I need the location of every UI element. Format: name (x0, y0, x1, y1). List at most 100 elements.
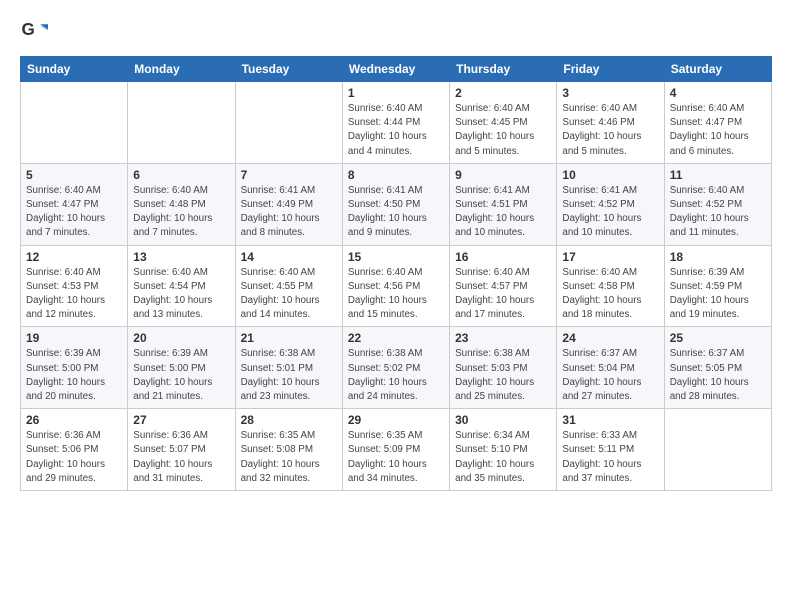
week-row-2: 12Sunrise: 6:40 AM Sunset: 4:53 PM Dayli… (21, 245, 772, 327)
day-cell: 20 Sunrise: 6:39 AM Sunset: 5:00 PM Dayli… (128, 327, 235, 409)
day-info: Sunrise: 6:40 AM Sunset: 4:47 PM Dayligh… (26, 184, 122, 241)
day-cell: 13 Sunrise: 6:40 AM Sunset: 4:54 PM Dayli… (128, 245, 235, 327)
day-cell: 26Sunrise: 6:36 AM Sunset: 5:06 PM Dayli… (21, 409, 128, 491)
day-info: Sunrise: 6:41 AM Sunset: 4:52 PM Dayligh… (562, 184, 658, 241)
day-info: Sunrise: 6:40 AM Sunset: 4:46 PM Dayligh… (562, 102, 658, 159)
week-row-0: 1 Sunrise: 6:40 AM Sunset: 4:44 PM Daylig… (21, 82, 772, 164)
day-number: 24 (562, 331, 658, 345)
svg-text:G: G (22, 20, 35, 39)
day-number: 7 (241, 168, 337, 182)
day-header-sunday: Sunday (21, 57, 128, 82)
day-number: 30 (455, 413, 551, 427)
day-cell: 22 Sunrise: 6:38 AM Sunset: 5:02 PM Dayli… (342, 327, 449, 409)
day-cell: 2 Sunrise: 6:40 AM Sunset: 4:45 PM Daylig… (450, 82, 557, 164)
day-cell: 10 Sunrise: 6:41 AM Sunset: 4:52 PM Dayli… (557, 163, 664, 245)
day-info: Sunrise: 6:38 AM Sunset: 5:01 PM Dayligh… (241, 347, 337, 404)
day-cell: 4 Sunrise: 6:40 AM Sunset: 4:47 PM Daylig… (664, 82, 771, 164)
day-number: 4 (670, 86, 766, 100)
day-cell: 9Sunrise: 6:41 AM Sunset: 4:51 PM Daylig… (450, 163, 557, 245)
day-cell: 27Sunrise: 6:36 AM Sunset: 5:07 PM Dayli… (128, 409, 235, 491)
logo-icon: G (20, 18, 48, 46)
day-number: 19 (26, 331, 122, 345)
day-cell (664, 409, 771, 491)
day-cell: 30 Sunrise: 6:34 AM Sunset: 5:10 PM Dayli… (450, 409, 557, 491)
day-number: 12 (26, 250, 122, 264)
day-cell: 25 Sunrise: 6:37 AM Sunset: 5:05 PM Dayli… (664, 327, 771, 409)
day-info: Sunrise: 6:38 AM Sunset: 5:02 PM Dayligh… (348, 347, 444, 404)
day-info: Sunrise: 6:37 AM Sunset: 5:04 PM Dayligh… (562, 347, 658, 404)
day-cell: 12Sunrise: 6:40 AM Sunset: 4:53 PM Dayli… (21, 245, 128, 327)
day-number: 18 (670, 250, 766, 264)
day-cell: 1 Sunrise: 6:40 AM Sunset: 4:44 PM Daylig… (342, 82, 449, 164)
day-number: 9 (455, 168, 551, 182)
day-cell: 29Sunrise: 6:35 AM Sunset: 5:09 PM Dayli… (342, 409, 449, 491)
day-header-wednesday: Wednesday (342, 57, 449, 82)
day-number: 10 (562, 168, 658, 182)
day-header-thursday: Thursday (450, 57, 557, 82)
day-cell (128, 82, 235, 164)
day-info: Sunrise: 6:37 AM Sunset: 5:05 PM Dayligh… (670, 347, 766, 404)
day-cell: 11 Sunrise: 6:40 AM Sunset: 4:52 PM Dayli… (664, 163, 771, 245)
day-number: 21 (241, 331, 337, 345)
day-number: 28 (241, 413, 337, 427)
header-row: SundayMondayTuesdayWednesdayThursdayFrid… (21, 57, 772, 82)
day-info: Sunrise: 6:38 AM Sunset: 5:03 PM Dayligh… (455, 347, 551, 404)
day-number: 20 (133, 331, 229, 345)
day-info: Sunrise: 6:39 AM Sunset: 5:00 PM Dayligh… (26, 347, 122, 404)
day-cell: 15Sunrise: 6:40 AM Sunset: 4:56 PM Dayli… (342, 245, 449, 327)
day-cell: 6 Sunrise: 6:40 AM Sunset: 4:48 PM Daylig… (128, 163, 235, 245)
day-info: Sunrise: 6:40 AM Sunset: 4:57 PM Dayligh… (455, 266, 551, 323)
day-number: 22 (348, 331, 444, 345)
day-cell: 7Sunrise: 6:41 AM Sunset: 4:49 PM Daylig… (235, 163, 342, 245)
day-number: 16 (455, 250, 551, 264)
day-info: Sunrise: 6:34 AM Sunset: 5:10 PM Dayligh… (455, 429, 551, 486)
day-info: Sunrise: 6:39 AM Sunset: 4:59 PM Dayligh… (670, 266, 766, 323)
day-header-friday: Friday (557, 57, 664, 82)
header-area: G (20, 18, 772, 46)
day-number: 27 (133, 413, 229, 427)
day-info: Sunrise: 6:35 AM Sunset: 5:08 PM Dayligh… (241, 429, 337, 486)
day-number: 23 (455, 331, 551, 345)
day-number: 17 (562, 250, 658, 264)
week-row-3: 19 Sunrise: 6:39 AM Sunset: 5:00 PM Dayli… (21, 327, 772, 409)
day-number: 11 (670, 168, 766, 182)
day-number: 2 (455, 86, 551, 100)
day-cell: 18 Sunrise: 6:39 AM Sunset: 4:59 PM Dayli… (664, 245, 771, 327)
day-cell: 3 Sunrise: 6:40 AM Sunset: 4:46 PM Daylig… (557, 82, 664, 164)
day-cell (21, 82, 128, 164)
day-number: 1 (348, 86, 444, 100)
day-number: 26 (26, 413, 122, 427)
logo: G (20, 18, 52, 46)
day-cell (235, 82, 342, 164)
day-number: 6 (133, 168, 229, 182)
day-number: 13 (133, 250, 229, 264)
day-cell: 28 Sunrise: 6:35 AM Sunset: 5:08 PM Dayli… (235, 409, 342, 491)
day-info: Sunrise: 6:40 AM Sunset: 4:47 PM Dayligh… (670, 102, 766, 159)
day-info: Sunrise: 6:40 AM Sunset: 4:45 PM Dayligh… (455, 102, 551, 159)
day-cell: 19 Sunrise: 6:39 AM Sunset: 5:00 PM Dayli… (21, 327, 128, 409)
day-cell: 23 Sunrise: 6:38 AM Sunset: 5:03 PM Dayli… (450, 327, 557, 409)
day-number: 25 (670, 331, 766, 345)
day-info: Sunrise: 6:39 AM Sunset: 5:00 PM Dayligh… (133, 347, 229, 404)
day-number: 31 (562, 413, 658, 427)
day-number: 5 (26, 168, 122, 182)
day-number: 3 (562, 86, 658, 100)
day-info: Sunrise: 6:41 AM Sunset: 4:50 PM Dayligh… (348, 184, 444, 241)
day-cell: 16 Sunrise: 6:40 AM Sunset: 4:57 PM Dayli… (450, 245, 557, 327)
day-number: 29 (348, 413, 444, 427)
day-info: Sunrise: 6:40 AM Sunset: 4:58 PM Dayligh… (562, 266, 658, 323)
day-header-saturday: Saturday (664, 57, 771, 82)
day-number: 8 (348, 168, 444, 182)
week-row-4: 26Sunrise: 6:36 AM Sunset: 5:06 PM Dayli… (21, 409, 772, 491)
day-cell: 21 Sunrise: 6:38 AM Sunset: 5:01 PM Dayli… (235, 327, 342, 409)
day-cell: 31 Sunrise: 6:33 AM Sunset: 5:11 PM Dayli… (557, 409, 664, 491)
day-cell: 8 Sunrise: 6:41 AM Sunset: 4:50 PM Daylig… (342, 163, 449, 245)
day-info: Sunrise: 6:40 AM Sunset: 4:44 PM Dayligh… (348, 102, 444, 159)
day-number: 15 (348, 250, 444, 264)
day-info: Sunrise: 6:40 AM Sunset: 4:48 PM Dayligh… (133, 184, 229, 241)
day-info: Sunrise: 6:40 AM Sunset: 4:54 PM Dayligh… (133, 266, 229, 323)
day-info: Sunrise: 6:33 AM Sunset: 5:11 PM Dayligh… (562, 429, 658, 486)
day-cell: 24 Sunrise: 6:37 AM Sunset: 5:04 PM Dayli… (557, 327, 664, 409)
day-info: Sunrise: 6:40 AM Sunset: 4:52 PM Dayligh… (670, 184, 766, 241)
calendar-table: SundayMondayTuesdayWednesdayThursdayFrid… (20, 56, 772, 491)
